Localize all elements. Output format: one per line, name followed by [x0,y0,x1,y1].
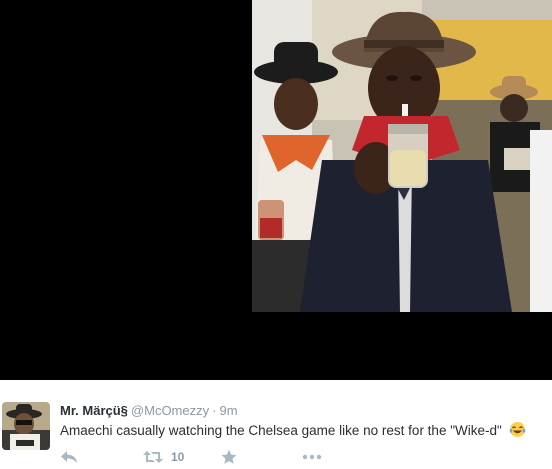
tweet[interactable]: Mr. Märçü§ @McOmezzy · 9m Amaechi casually … [0,380,552,469]
avatar[interactable] [2,402,50,450]
retweet-count: 10 [171,450,185,464]
tweet-header: Mr. Märçü§ @McOmezzy · 9m [60,403,238,418]
more-icon [302,454,322,460]
more-button[interactable] [302,448,322,466]
tweet-actions: 10 [60,448,360,466]
star-icon [221,449,237,465]
timestamp[interactable]: 9m [219,403,237,418]
face-with-tears-of-joy-icon [509,421,526,438]
reply-icon [60,450,78,464]
retweet-button[interactable]: 10 [143,448,184,466]
tweet-photo[interactable] [252,0,552,312]
separator: · [212,403,217,418]
media-container[interactable] [0,0,552,380]
favorite-button[interactable] [221,448,237,466]
author-name[interactable]: Mr. Märçü§ [60,403,128,418]
author-handle[interactable]: @McOmezzy [131,403,209,418]
tweet-text: Amaechi casually watching the Chelsea ga… [60,421,526,438]
reply-button[interactable] [60,448,78,466]
retweet-icon [143,450,163,464]
tweet-text-body: Amaechi casually watching the Chelsea ga… [60,423,502,438]
